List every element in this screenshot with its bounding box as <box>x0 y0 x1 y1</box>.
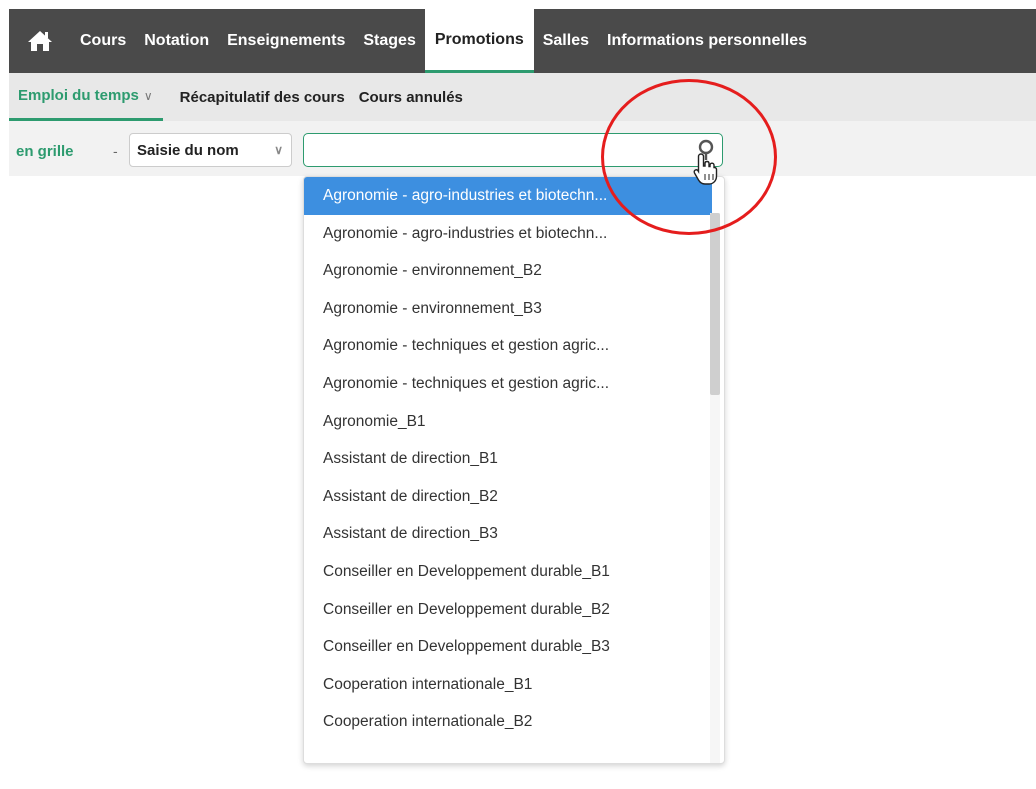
list-item[interactable]: Agronomie_B1 <box>304 403 691 441</box>
scrollbar-thumb[interactable] <box>710 213 720 395</box>
nav-tab-informations-personnelles[interactable]: Informations personnelles <box>598 9 816 73</box>
subtab-label: Emploi du temps <box>18 87 139 104</box>
list-item[interactable]: Cooperation internationale_B1 <box>304 666 691 704</box>
main-nav: Cours Notation Enseignements Stages Prom… <box>9 9 1036 73</box>
nav-tab-promotions[interactable]: Promotions <box>424 9 534 73</box>
select-value: Saisie du nom <box>137 141 239 159</box>
nav-tab-salles[interactable]: Salles <box>534 9 598 73</box>
separator: - <box>113 143 118 159</box>
list-item[interactable]: Conseiller en Developpement durable_B1 <box>304 553 691 591</box>
chevron-down-icon: ∨ <box>143 88 153 103</box>
list-item[interactable]: Cooperation internationale_B2 <box>304 703 691 741</box>
subtab-cours-annules[interactable]: Cours annulés <box>352 73 470 121</box>
subtab-recapitulatif-des-cours[interactable]: Récapitulatif des cours <box>173 73 352 121</box>
list-item[interactable]: Conseiller en Developpement durable_B2 <box>304 591 691 629</box>
search-input[interactable] <box>312 134 686 166</box>
list-item[interactable]: Assistant de direction_B1 <box>304 440 691 478</box>
nav-tab-notation[interactable]: Notation <box>135 9 218 73</box>
list-item[interactable]: Assistant de direction_B3 <box>304 515 691 553</box>
nav-tab-enseignements[interactable]: Enseignements <box>218 9 354 73</box>
list-item[interactable]: Agronomie - techniques et gestion agric.… <box>304 327 691 365</box>
subtab-emploi-du-temps[interactable]: Emploi du temps ∨ <box>9 73 163 121</box>
list-item[interactable]: Agronomie - agro-industries et biotechn.… <box>304 215 691 253</box>
search-icon[interactable] <box>696 139 716 161</box>
filter-bar: en grille - Saisie du nom ∨ <box>9 121 1036 176</box>
list-item[interactable]: Agronomie - environnement_B3 <box>304 290 691 328</box>
autocomplete-dropdown: Agronomie - agro-industries et biotechn.… <box>303 176 725 764</box>
search-box[interactable] <box>303 133 723 167</box>
search-mode-select[interactable]: Saisie du nom ∨ <box>129 133 292 167</box>
view-grid-link[interactable]: en grille <box>16 143 74 160</box>
nav-tab-cours[interactable]: Cours <box>71 9 135 73</box>
list-item[interactable]: Agronomie - techniques et gestion agric.… <box>304 365 691 403</box>
list-item[interactable]: Agronomie - agro-industries et biotechn.… <box>304 177 712 215</box>
list-item[interactable]: Agronomie - environnement_B2 <box>304 252 691 290</box>
nav-tab-stages[interactable]: Stages <box>354 9 424 73</box>
home-button[interactable] <box>9 9 71 73</box>
list-item[interactable]: Assistant de direction_B2 <box>304 478 691 516</box>
sub-nav: Emploi du temps ∨ Récapitulatif des cour… <box>9 73 1036 121</box>
chevron-down-icon: ∨ <box>274 143 283 157</box>
home-icon <box>28 31 52 51</box>
list-item[interactable]: Conseiller en Developpement durable_B3 <box>304 628 691 666</box>
